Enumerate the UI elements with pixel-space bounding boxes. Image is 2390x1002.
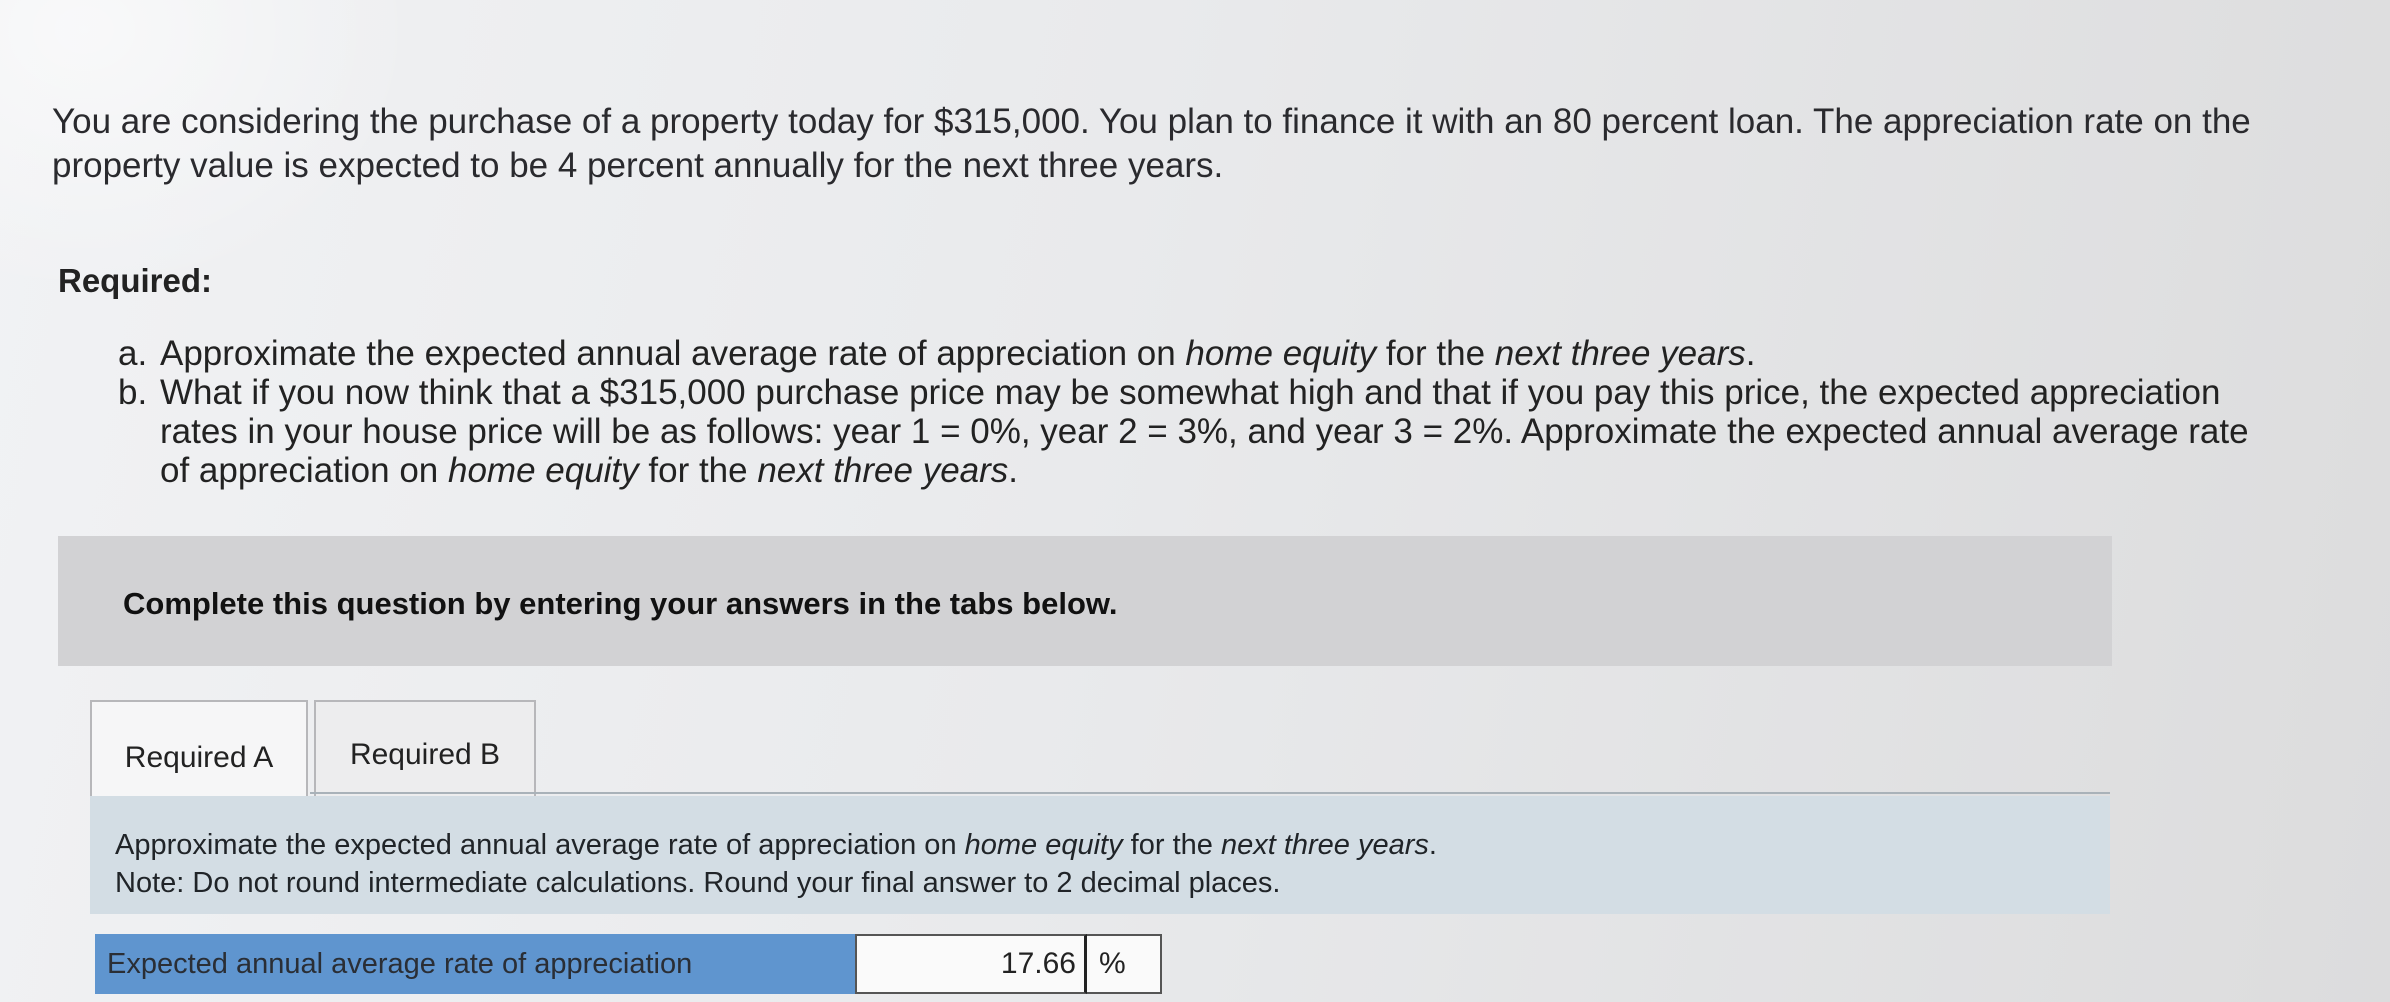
answer-label: Expected annual average rate of apprecia… [95,934,855,994]
requirement-b-marker: b. [118,373,148,412]
answer-input[interactable] [855,934,1087,994]
panel-text-part: . [1428,829,1437,861]
requirement-b-text-part: . [1008,451,1019,490]
requirement-a-italic: next three years [1494,334,1746,373]
requirement-a-marker: a. [118,334,148,373]
question-page: You are considering the purchase of a pr… [0,0,2390,1002]
panel-italic: home equity [964,829,1123,861]
panel-text-part: for the [1122,829,1221,861]
answer-row: Expected annual average rate of apprecia… [95,934,1162,994]
requirement-a-text-part: . [1745,334,1756,373]
requirement-a-text-part: Approximate the expected annual average … [160,334,1186,373]
requirement-a-text: Approximate the expected annual average … [160,334,2268,373]
requirement-b-italic: next three years [757,451,1009,490]
problem-intro: You are considering the purchase of a pr… [52,102,2251,185]
requirement-a-text-part: for the [1376,334,1495,373]
percent-unit: % [1087,934,1162,994]
tab-divider [310,792,2110,794]
requirement-a-italic: home equity [1185,334,1377,373]
requirement-b: b. What if you now think that a $315,000… [118,373,2268,490]
instruction-bar: Complete this question by entering your … [58,536,2112,666]
panel-text-part: Approximate the expected annual average … [115,829,965,861]
requirement-a: a. Approximate the expected annual avera… [118,334,2268,373]
requirement-b-italic: home equity [447,451,639,490]
panel-prompt: Approximate the expected annual average … [115,826,2110,864]
requirements-list: a. Approximate the expected annual avera… [118,334,2268,490]
rounding-note: Note: Do not round intermediate calculat… [115,867,1281,899]
requirement-b-text-part: for the [638,451,758,490]
question-panel: Approximate the expected annual average … [90,796,2110,914]
panel-italic: next three years [1220,829,1429,861]
requirement-b-text: What if you now think that a $315,000 pu… [160,373,2268,490]
required-heading: Required: [58,262,213,299]
